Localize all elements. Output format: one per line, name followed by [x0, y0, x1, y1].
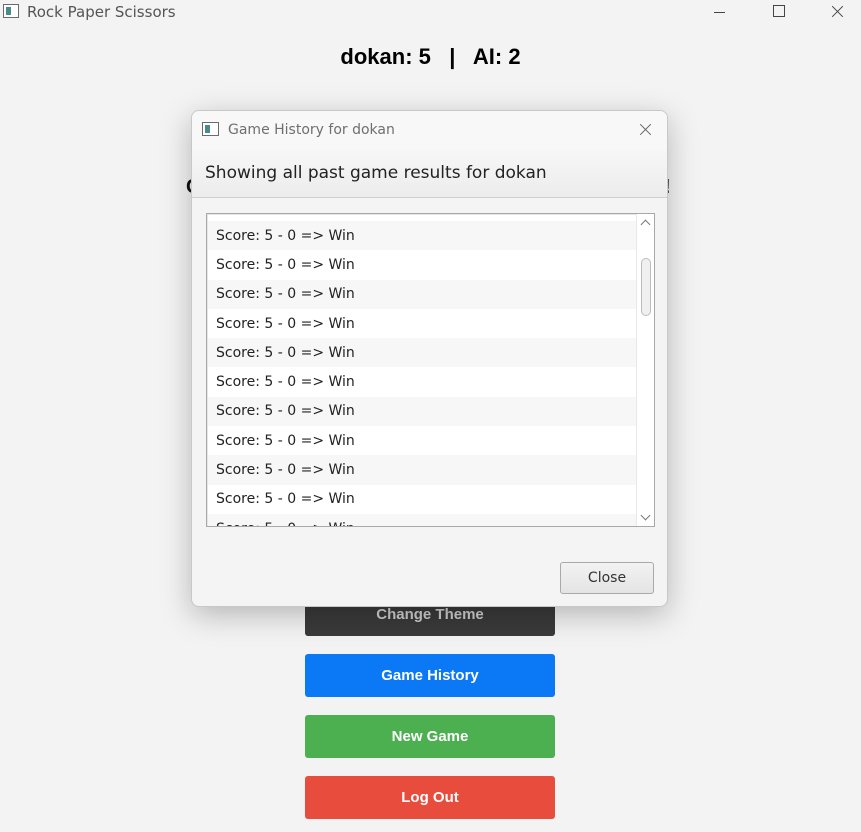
- dialog-header-text: Showing all past game results for dokan: [205, 163, 547, 183]
- list-item[interactable]: Score: 5 - 0 => Win: [208, 367, 636, 397]
- window-title: Rock Paper Scissors: [27, 3, 176, 21]
- dialog-close-icon[interactable]: [632, 119, 660, 141]
- vertical-scrollbar[interactable]: [636, 214, 654, 526]
- maximize-icon[interactable]: [755, 0, 801, 24]
- scroll-down-icon[interactable]: [641, 513, 650, 522]
- list-item[interactable]: Score: 5 - 0 => Win: [208, 513, 636, 526]
- scroll-thumb[interactable]: [641, 258, 651, 316]
- dialog-header: Showing all past game results for dokan: [192, 149, 667, 198]
- list-item[interactable]: Score: 5 - 0 => Win: [208, 396, 636, 427]
- game-history-button[interactable]: Game History: [305, 654, 555, 697]
- dialog-app-icon: [202, 122, 219, 136]
- list-item[interactable]: Score: 5 - 0 => Win: [208, 250, 636, 280]
- list-item[interactable]: Score: 5 - 0 => Win: [208, 338, 636, 368]
- list-item[interactable]: Score: 5 - 0 => Win: [208, 484, 636, 514]
- score-label: dokan: 5 | AI: 2: [340, 44, 521, 69]
- dialog-title: Game History for dokan: [228, 122, 395, 138]
- new-game-button[interactable]: New Game: [305, 715, 555, 758]
- close-button[interactable]: Close: [560, 562, 654, 594]
- log-out-button[interactable]: Log Out: [305, 776, 555, 819]
- list-item[interactable]: Score: 5 - 0 => Win: [208, 426, 636, 456]
- history-list[interactable]: Score: 5 - 0 => Win Score: 5 - 0 => Win Sc…: [206, 213, 655, 527]
- title-bar: Rock Paper Scissors: [0, 0, 861, 24]
- list-item[interactable]: Score: 5 - 0 => Win: [208, 279, 636, 309]
- list-item[interactable]: Score: 5 - 0 => Win: [208, 308, 636, 339]
- minimize-icon[interactable]: [697, 0, 743, 24]
- list-item[interactable]: Score: 5 - 0 => Win: [208, 455, 636, 485]
- close-icon[interactable]: [814, 0, 860, 24]
- history-rows: Score: 5 - 0 => Win Score: 5 - 0 => Win Sc…: [208, 221, 636, 526]
- game-history-dialog: Game History for dokan Showing all past …: [191, 110, 668, 607]
- list-item[interactable]: Score: 5 - 0 => Win: [208, 221, 636, 251]
- scroll-up-icon[interactable]: [641, 218, 650, 227]
- dialog-title-bar: Game History for dokan: [192, 111, 667, 149]
- app-icon: [3, 4, 19, 18]
